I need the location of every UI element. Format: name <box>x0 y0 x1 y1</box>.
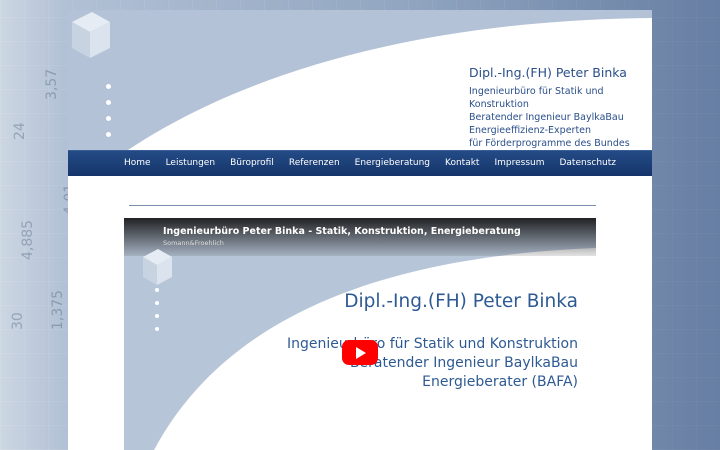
video-name: Dipl.-Ing.(FH) Peter Binka <box>344 291 578 312</box>
site-header: Dipl.-Ing.(FH) Peter Binka Ingenieurbüro… <box>68 10 652 150</box>
blueprint-dimension: 24 <box>12 122 28 140</box>
header-line: Energieeffizienz-Experten <box>469 125 592 136</box>
header-line: Ingenieurbüro für Statik und Konstruktio… <box>469 86 604 110</box>
logo-cube-icon <box>72 12 110 58</box>
content-divider <box>129 205 596 206</box>
header-line: Beratender Ingenieur BaylkaBau <box>469 112 624 123</box>
youtube-video-embed[interactable]: Ingenieurbüro Peter Binka - Statik, Kons… <box>124 218 596 450</box>
nav-item-leistungen[interactable]: Leistungen <box>166 158 215 168</box>
play-button-icon[interactable] <box>342 340 378 365</box>
video-title[interactable]: Ingenieurbüro Peter Binka - Statik, Kons… <box>163 226 521 237</box>
header-name: Dipl.-Ing.(FH) Peter Binka <box>469 65 627 80</box>
blueprint-dimension: 30 <box>10 312 26 330</box>
video-dots <box>155 288 159 340</box>
nav-item-home[interactable]: Home <box>124 158 151 168</box>
blueprint-dimension: 1,375 <box>50 289 66 330</box>
header-text: Dipl.-Ing.(FH) Peter Binka Ingenieurbüro… <box>469 65 652 150</box>
video-line: Energieberater (BAFA) <box>422 374 578 390</box>
video-title-bar <box>124 218 596 256</box>
nav-item-datenschutz[interactable]: Datenschutz <box>559 158 616 168</box>
nav-item-energieberatung[interactable]: Energieberatung <box>355 158 430 168</box>
page-container: Dipl.-Ing.(FH) Peter Binka Ingenieurbüro… <box>68 10 652 450</box>
nav-item-referenzen[interactable]: Referenzen <box>289 158 340 168</box>
nav-item-bueroprofil[interactable]: Büroprofil <box>230 158 274 168</box>
nav-item-impressum[interactable]: Impressum <box>494 158 544 168</box>
nav-item-kontakt[interactable]: Kontakt <box>445 158 479 168</box>
blueprint-dimension: 3,57 <box>44 68 60 100</box>
video-channel[interactable]: Somann&Froehlich <box>163 239 224 247</box>
main-navigation: Home Leistungen Büroprofil Referenzen En… <box>68 150 652 176</box>
video-line: Beratender Ingenieur BaylkaBau <box>349 355 578 371</box>
header-dots <box>106 84 111 148</box>
video-line: Ingenieurbüro für Statik und Konstruktio… <box>287 336 578 352</box>
video-cube-icon <box>143 249 172 285</box>
blueprint-dimension: 4,885 <box>20 219 36 260</box>
header-line: für Förderprogramme des Bundes <box>469 138 630 149</box>
